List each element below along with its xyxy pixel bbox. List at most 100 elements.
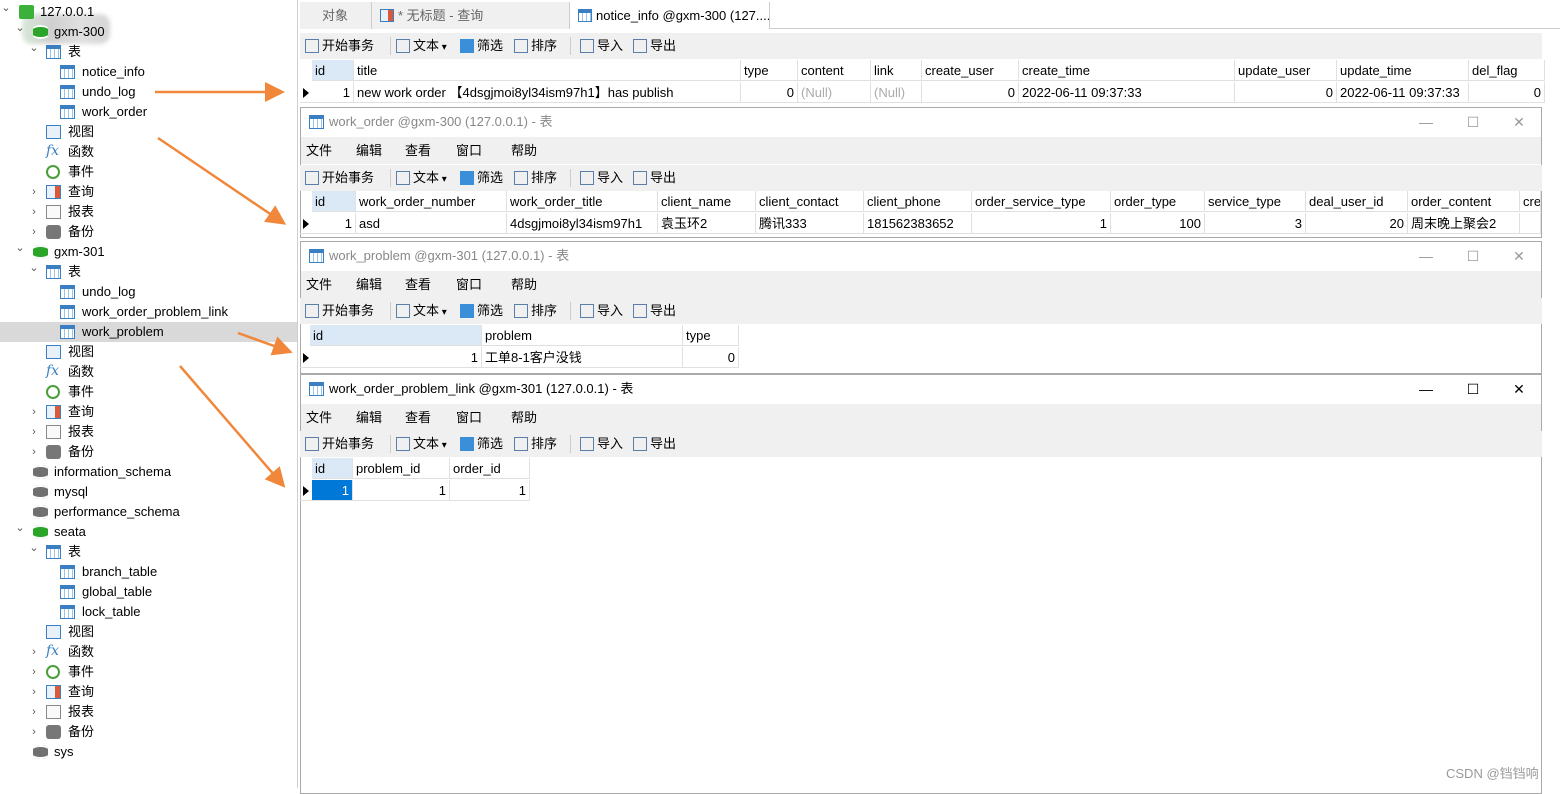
export-button[interactable]: 导出 bbox=[633, 33, 676, 59]
tree-item[interactable]: performance_schema bbox=[0, 502, 297, 522]
menu-item[interactable]: 查看 bbox=[405, 404, 431, 431]
column-header[interactable]: id bbox=[312, 60, 354, 81]
menu-item[interactable]: 帮助 bbox=[511, 271, 537, 298]
tree-item[interactable]: work_order_problem_link bbox=[0, 302, 297, 322]
export-button[interactable]: 导出 bbox=[633, 298, 676, 324]
tree-item[interactable]: › 事件 bbox=[0, 662, 297, 682]
column-header[interactable]: order_service_type bbox=[972, 191, 1111, 212]
chevron-right-icon[interactable]: › bbox=[29, 202, 39, 222]
menu-item[interactable]: 文件 bbox=[306, 271, 332, 298]
tab-objects[interactable]: 对象 bbox=[300, 2, 372, 29]
table-cell[interactable]: 2022-06-11 09:37:33 bbox=[1019, 82, 1235, 103]
sort-button[interactable]: 排序 bbox=[514, 431, 557, 457]
tree-item[interactable]: › 备份 bbox=[0, 222, 297, 242]
table-cell[interactable]: 1 bbox=[312, 480, 353, 501]
column-header[interactable]: problem bbox=[482, 325, 683, 346]
table-cell[interactable]: 袁玉环2 bbox=[658, 213, 756, 234]
tree-item[interactable]: ⌄ 表 bbox=[0, 262, 297, 282]
table-cell[interactable]: 20 bbox=[1306, 213, 1408, 234]
column-header[interactable]: id bbox=[312, 191, 356, 212]
close-button[interactable]: ✕ bbox=[1504, 242, 1534, 270]
chevron-right-icon[interactable]: › bbox=[29, 662, 39, 682]
window-title-bar[interactable]: work_problem @gxm-301 (127.0.0.1) - 表 bbox=[301, 242, 1541, 270]
minimize-button[interactable]: — bbox=[1411, 242, 1441, 270]
chevron-right-icon[interactable]: › bbox=[29, 722, 39, 742]
column-header[interactable]: id bbox=[312, 458, 353, 479]
chevron-down-icon[interactable]: ⌄ bbox=[15, 518, 25, 538]
tree-item[interactable]: branch_table bbox=[0, 562, 297, 582]
table-cell[interactable]: asd bbox=[356, 213, 507, 234]
table-cell[interactable]: 周末晚上聚会2 bbox=[1408, 213, 1520, 234]
table-cell[interactable]: 0 bbox=[1235, 82, 1337, 103]
tree-item[interactable]: 事件 bbox=[0, 162, 297, 182]
chevron-right-icon[interactable]: › bbox=[29, 682, 39, 702]
chevron-right-icon[interactable]: › bbox=[29, 402, 39, 422]
filter-button[interactable]: 筛选 bbox=[460, 165, 503, 191]
table-cell[interactable]: 工单8-1客户没钱 bbox=[482, 347, 683, 368]
tab-notice-info[interactable]: notice_info @gxm-300 (127.... bbox=[570, 2, 770, 29]
column-header[interactable]: deal_user_id bbox=[1306, 191, 1408, 212]
tab-untitled-query[interactable]: * 无标题 - 查询 bbox=[372, 2, 570, 29]
tree-item[interactable]: › 查询 bbox=[0, 682, 297, 702]
column-header[interactable]: title bbox=[354, 60, 741, 81]
window-title-bar[interactable]: work_order_problem_link @gxm-301 (127.0.… bbox=[301, 375, 1541, 403]
menu-item[interactable]: 查看 bbox=[405, 137, 431, 164]
tree-item[interactable]: fx 函数 bbox=[0, 362, 297, 382]
tree-item[interactable]: ⌄ gxm-301 bbox=[0, 242, 297, 262]
tree-item[interactable]: notice_info bbox=[0, 62, 297, 82]
tree-item[interactable]: undo_log bbox=[0, 282, 297, 302]
tree-item[interactable]: › 备份 bbox=[0, 722, 297, 742]
table-cell[interactable]: 0 bbox=[741, 82, 798, 103]
chevron-down-icon[interactable]: ⌄ bbox=[15, 18, 25, 38]
maximize-button[interactable]: ☐ bbox=[1458, 108, 1488, 136]
dropdown-arrow-icon[interactable]: ▾ bbox=[439, 174, 447, 185]
import-button[interactable]: 导入 bbox=[580, 165, 623, 191]
sort-button[interactable]: 排序 bbox=[514, 165, 557, 191]
begin-transaction-button[interactable]: 开始事务 bbox=[305, 298, 374, 324]
column-header[interactable]: cre bbox=[1520, 191, 1541, 212]
tree-item[interactable]: ⌄ seata bbox=[0, 522, 297, 542]
row-indicator-icon[interactable] bbox=[300, 82, 312, 103]
sort-button[interactable]: 排序 bbox=[514, 33, 557, 59]
navigation-tree[interactable]: ⌄ 127.0.0.1 ⌄ gxm-300 ⌄ 表 notice_info undo_log w… bbox=[0, 0, 298, 788]
dropdown-arrow-icon[interactable]: ▾ bbox=[439, 42, 447, 53]
tree-item[interactable]: work_order bbox=[0, 102, 297, 122]
menu-item[interactable]: 编辑 bbox=[356, 404, 382, 431]
table-cell[interactable]: 1 bbox=[353, 480, 450, 501]
chevron-down-icon[interactable]: ⌄ bbox=[29, 38, 39, 58]
table-cell[interactable]: 1 bbox=[312, 82, 354, 103]
menu-item[interactable]: 文件 bbox=[306, 404, 332, 431]
menu-item[interactable]: 查看 bbox=[405, 271, 431, 298]
tree-item[interactable]: lock_table bbox=[0, 602, 297, 622]
table-cell[interactable]: 100 bbox=[1111, 213, 1205, 234]
table-cell[interactable]: 0 bbox=[1469, 82, 1545, 103]
chevron-right-icon[interactable]: › bbox=[29, 222, 39, 242]
column-header[interactable]: service_type bbox=[1205, 191, 1306, 212]
tree-item[interactable]: information_schema bbox=[0, 462, 297, 482]
column-header[interactable]: del_flag bbox=[1469, 60, 1545, 81]
column-header[interactable]: type bbox=[741, 60, 798, 81]
minimize-button[interactable]: — bbox=[1411, 375, 1441, 403]
minimize-button[interactable]: — bbox=[1411, 108, 1441, 136]
column-header[interactable]: order_type bbox=[1111, 191, 1205, 212]
tree-item[interactable]: › 查询 bbox=[0, 182, 297, 202]
tree-item[interactable]: ⌄ gxm-300 bbox=[0, 22, 297, 42]
maximize-button[interactable]: ☐ bbox=[1458, 375, 1488, 403]
tree-item[interactable]: › fx 函数 bbox=[0, 642, 297, 662]
table-cell[interactable]: 3 bbox=[1205, 213, 1306, 234]
tree-item[interactable]: › 报表 bbox=[0, 702, 297, 722]
column-header[interactable]: problem_id bbox=[353, 458, 450, 479]
tree-item[interactable]: › 备份 bbox=[0, 442, 297, 462]
export-button[interactable]: 导出 bbox=[633, 165, 676, 191]
filter-button[interactable]: 筛选 bbox=[460, 298, 503, 324]
table-cell[interactable] bbox=[1520, 213, 1541, 234]
text-view-button[interactable]: 文本 ▾ bbox=[396, 33, 447, 59]
tree-item[interactable]: ⌄ 表 bbox=[0, 42, 297, 62]
column-header[interactable]: create_time bbox=[1019, 60, 1235, 81]
begin-transaction-button[interactable]: 开始事务 bbox=[305, 165, 374, 191]
text-view-button[interactable]: 文本 ▾ bbox=[396, 298, 447, 324]
tree-item[interactable]: sys bbox=[0, 742, 297, 762]
import-button[interactable]: 导入 bbox=[580, 431, 623, 457]
column-header[interactable]: client_name bbox=[658, 191, 756, 212]
tree-item[interactable]: › 查询 bbox=[0, 402, 297, 422]
